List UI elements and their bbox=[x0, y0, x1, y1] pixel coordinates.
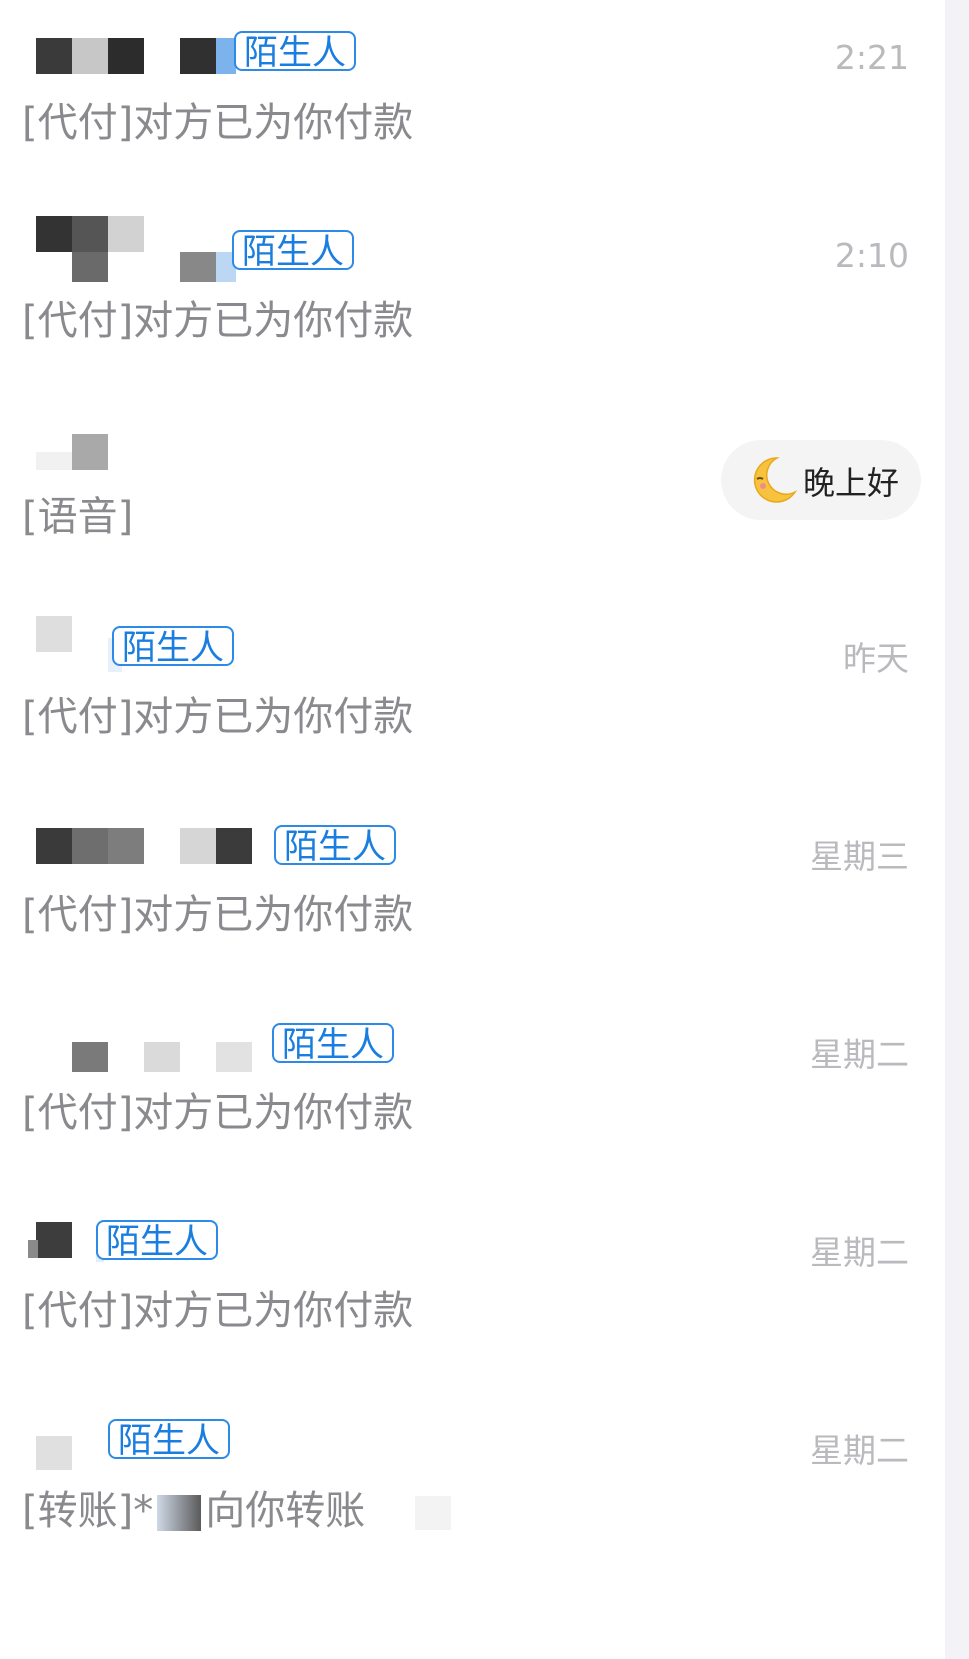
chat-list-item[interactable]: [语音] 晚上好 bbox=[0, 396, 945, 576]
chat-list-item[interactable]: 陌生人 2:21 [代付]对方已为你付款 bbox=[0, 0, 945, 180]
chat-list-item[interactable]: 陌生人 星期二 [转账]* 向你转账 bbox=[0, 1386, 945, 1566]
chat-list-item[interactable]: 陌生人 昨天 [代付]对方已为你付款 bbox=[0, 594, 945, 774]
scrollbar-track bbox=[945, 0, 969, 1659]
chat-list-item[interactable]: 陌生人 2:10 [代付]对方已为你付款 bbox=[0, 198, 945, 378]
message-time: 星期二 bbox=[810, 1035, 909, 1074]
greeting-text: 晚上好 bbox=[803, 464, 900, 502]
message-time: 昨天 bbox=[843, 639, 909, 678]
stranger-tag: 陌生人 bbox=[234, 31, 356, 73]
contact-name-redacted bbox=[36, 216, 796, 282]
message-preview-tail: 向你转账 bbox=[205, 1488, 366, 1534]
stranger-tag: 陌生人 bbox=[272, 1023, 394, 1065]
stranger-tag: 陌生人 bbox=[108, 1419, 230, 1461]
stranger-tag: 陌生人 bbox=[274, 825, 396, 867]
chat-list-item[interactable]: 陌生人 星期二 [代付]对方已为你付款 bbox=[0, 1188, 945, 1368]
message-preview: [代付]对方已为你付款 bbox=[22, 892, 414, 938]
contact-name-redacted bbox=[36, 822, 796, 870]
message-preview: [代付]对方已为你付款 bbox=[22, 694, 414, 740]
stranger-tag: 陌生人 bbox=[232, 230, 354, 272]
message-preview-head: [转账]* bbox=[22, 1488, 154, 1534]
message-time: 星期二 bbox=[810, 1233, 909, 1272]
message-preview: [语音] bbox=[22, 494, 134, 540]
message-preview: [代付]对方已为你付款 bbox=[22, 1090, 414, 1136]
redacted-block bbox=[157, 1495, 202, 1531]
message-preview: [代付]对方已为你付款 bbox=[22, 1288, 414, 1334]
message-time: 星期二 bbox=[810, 1431, 909, 1470]
message-preview: [转账]* 向你转账 bbox=[22, 1478, 452, 1536]
message-time: 2:10 bbox=[834, 236, 909, 275]
redacted-block bbox=[415, 1496, 452, 1530]
greeting-bubble[interactable]: 晚上好 bbox=[721, 440, 921, 520]
message-time: 星期三 bbox=[810, 837, 909, 876]
contact-name-redacted bbox=[36, 1020, 796, 1072]
message-preview: [代付]对方已为你付款 bbox=[22, 100, 414, 146]
contact-name-redacted bbox=[36, 426, 796, 474]
contact-name-redacted bbox=[36, 30, 796, 78]
message-preview: [代付]对方已为你付款 bbox=[22, 298, 414, 344]
stranger-tag: 陌生人 bbox=[112, 626, 234, 668]
message-time: 2:21 bbox=[834, 38, 909, 77]
chat-list-item[interactable]: 陌生人 星期二 [代付]对方已为你付款 bbox=[0, 990, 945, 1170]
stranger-tag: 陌生人 bbox=[96, 1220, 218, 1262]
moon-icon bbox=[753, 457, 798, 503]
chat-list-item[interactable]: 陌生人 星期三 [代付]对方已为你付款 bbox=[0, 792, 945, 972]
list-bottom-edge bbox=[0, 1649, 945, 1659]
